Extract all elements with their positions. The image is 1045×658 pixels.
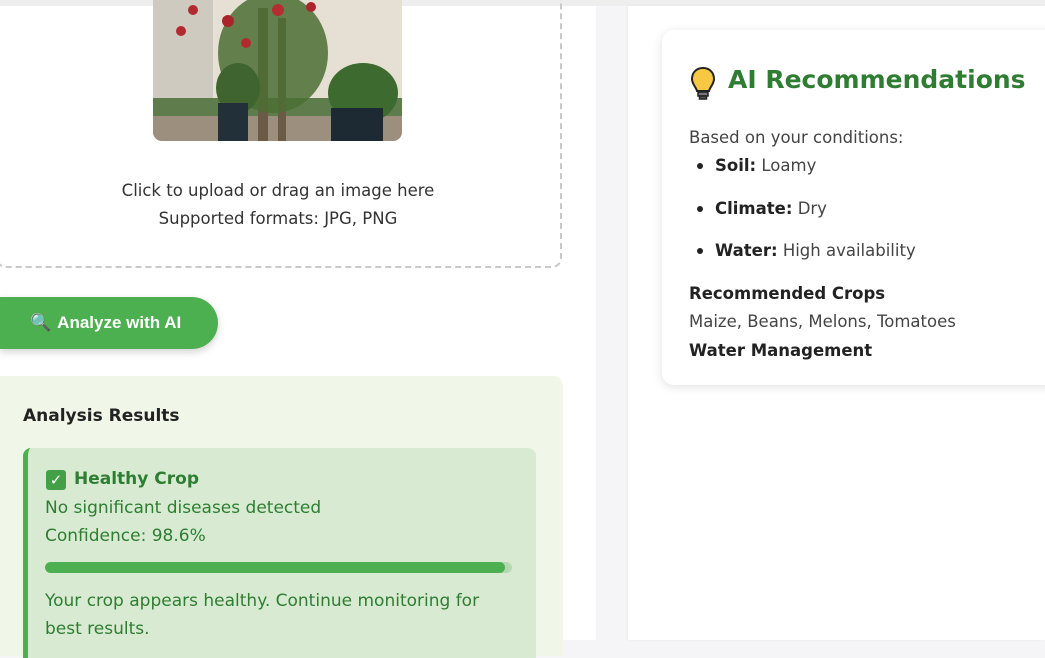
left-panel: Click to upload or drag an image here Su…	[0, 0, 596, 658]
confidence-text: Confidence: 98.6%	[45, 526, 206, 546]
bullet-icon	[697, 206, 703, 212]
plant-photo	[153, 0, 402, 141]
recommendations-title: AI Recommendations	[728, 65, 1026, 94]
right-panel: AI Recommendations Based on your conditi…	[628, 6, 1045, 640]
confidence-bar	[45, 562, 512, 573]
uploaded-image-preview	[153, 0, 402, 141]
result-description: No significant diseases detected	[45, 498, 322, 518]
conditions-intro: Based on your conditions:	[689, 128, 904, 147]
analyze-button-label: Analyze with AI	[57, 313, 182, 332]
upload-dropzone[interactable]: Click to upload or drag an image here Su…	[0, 0, 562, 268]
bullet-icon	[697, 163, 703, 169]
confidence-bar-fill	[45, 562, 506, 573]
condition-water: Water: High availability	[715, 241, 916, 260]
crops-list: Maize, Beans, Melons, Tomatoes	[689, 312, 956, 331]
result-card: ✓ Healthy Crop No significant diseases d…	[23, 448, 536, 658]
recommendations-card: AI Recommendations Based on your conditi…	[662, 30, 1045, 385]
upload-instruction: Click to upload or drag an image here	[121, 181, 435, 200]
bullet-icon	[697, 248, 703, 254]
analyze-button[interactable]: 🔍 Analyze with AI	[0, 297, 218, 349]
supported-formats: Supported formats: JPG, PNG	[158, 209, 398, 228]
status-title: Healthy Crop	[74, 469, 199, 489]
lightbulb-icon	[690, 66, 716, 100]
condition-soil: Soil: Loamy	[715, 156, 817, 175]
result-advice: Your crop appears healthy. Continue moni…	[45, 591, 480, 639]
magnifier-icon: 🔍	[30, 313, 52, 332]
analysis-results: Analysis Results ✓ Healthy Crop No signi…	[0, 376, 563, 658]
results-title: Analysis Results	[23, 406, 180, 426]
water-heading: Water Management	[689, 341, 873, 360]
condition-climate: Climate: Dry	[715, 199, 827, 218]
crops-heading: Recommended Crops	[689, 284, 886, 303]
check-icon: ✓	[46, 470, 66, 490]
